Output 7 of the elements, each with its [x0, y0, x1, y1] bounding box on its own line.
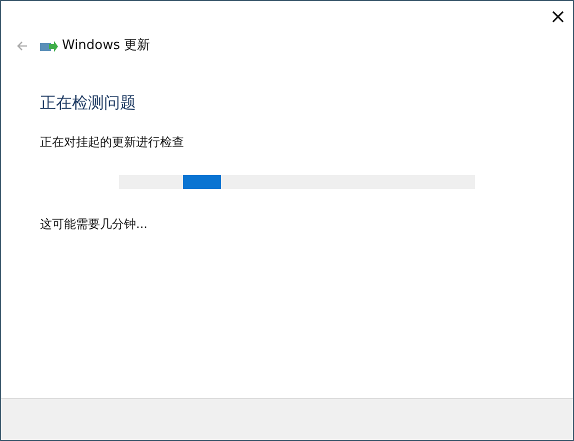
update-icon — [40, 40, 58, 52]
window-title: Windows 更新 — [62, 37, 150, 56]
back-arrow-icon — [16, 40, 28, 51]
close-button[interactable]: × — [543, 1, 573, 31]
status-text: 正在对挂起的更新进行检查 — [40, 134, 185, 151]
page-heading: 正在检测问题 — [40, 92, 137, 114]
note-text: 这可能需要几分钟... — [40, 216, 148, 233]
